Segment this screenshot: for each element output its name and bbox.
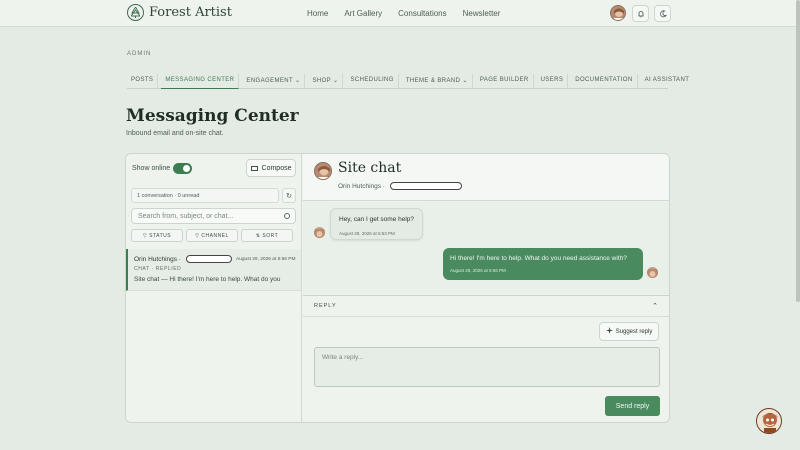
messaging-panel: Show online Compose 1 conversation · 0 u…: [125, 153, 670, 423]
tab-messaging-center[interactable]: MESSAGING CENTER: [161, 74, 240, 89]
tree-icon: [127, 4, 144, 21]
search-input[interactable]: Search from, subject, or chat...: [131, 208, 296, 224]
admin-section-label: ADMIN: [127, 51, 152, 57]
reply-section-header[interactable]: REPLY ⌃: [303, 295, 669, 317]
search-placeholder: Search from, subject, or chat...: [138, 213, 234, 220]
refresh-button[interactable]: ↻: [282, 188, 296, 203]
toggle-knob: [183, 165, 190, 172]
chat-title: Site chat: [338, 160, 402, 176]
message-text: Hi there! I'm here to help. What do you …: [450, 255, 627, 262]
conversation-list-pane: Show online Compose 1 conversation · 0 u…: [126, 154, 302, 422]
nav-consultations[interactable]: Consultations: [398, 9, 446, 18]
chevron-up-icon[interactable]: ⌃: [652, 302, 658, 310]
conversation-date: August 29, 2026 at 6:56 PM: [236, 257, 296, 262]
filter-bar: ▽ STATUS ▽ CHANNEL ⇅ SORT: [131, 229, 296, 242]
brand-logo[interactable]: Forest Artist: [127, 4, 232, 21]
tab-shop[interactable]: SHOP ⌄: [308, 74, 344, 89]
tab-theme-brand[interactable]: THEME & BRAND ⌄: [402, 74, 473, 89]
page-title: Messaging Center: [126, 106, 299, 126]
refresh-icon: ↻: [286, 192, 292, 200]
message-time: August 29, 2026 at 6:56 PM: [450, 268, 506, 273]
suggest-reply-label: Suggest reply: [615, 328, 653, 335]
user-avatar[interactable]: [610, 5, 626, 21]
suggest-reply-button[interactable]: Suggest reply: [599, 322, 659, 341]
main-nav: Home Art Gallery Consultations Newslette…: [307, 9, 516, 18]
status-filter-button[interactable]: ▽ STATUS: [131, 229, 183, 242]
agent-avatar: [647, 267, 658, 278]
conversation-count: 1 conversation · 0 unread: [131, 188, 279, 203]
tab-page-builder[interactable]: PAGE BUILDER: [476, 74, 534, 89]
compose-label: Compose: [261, 164, 292, 172]
assistant-mascot-icon[interactable]: [756, 408, 782, 434]
chat-contact: Orin Hutchings ·: [338, 183, 385, 190]
redacted-email: [390, 182, 462, 190]
incoming-message: Hey, can I get some help? August 29, 202…: [330, 208, 423, 240]
page-scrollbar[interactable]: [796, 0, 800, 302]
mail-icon: [250, 165, 258, 171]
message-text: Hey, can I get some help?: [339, 216, 415, 223]
nav-newsletter[interactable]: Newsletter: [463, 9, 501, 18]
reply-label: REPLY: [314, 303, 337, 309]
conversation-name: Orin Hutchings ·: [134, 256, 181, 263]
tab-scheduling[interactable]: SCHEDULING: [346, 74, 399, 89]
brand-name: Forest Artist: [149, 5, 232, 20]
page-subtitle: Inbound email and on-site chat.: [126, 130, 224, 137]
tab-documentation[interactable]: DOCUMENTATION: [571, 74, 638, 89]
show-online-label: Show online: [132, 165, 171, 172]
send-reply-button[interactable]: Send reply: [605, 396, 660, 416]
conversation-preview: Site chat — Hi there! I'm here to help. …: [134, 276, 281, 283]
show-online-toggle[interactable]: [173, 163, 192, 174]
conversation-tags: CHAT · REPLIED: [134, 266, 182, 272]
contact-avatar: [314, 162, 332, 180]
search-icon: [284, 213, 290, 219]
chat-header: Site chat Orin Hutchings ·: [303, 154, 669, 201]
sort-button[interactable]: ⇅ SORT: [241, 229, 293, 242]
nav-home[interactable]: Home: [307, 9, 328, 18]
sender-avatar: [314, 227, 325, 238]
redacted-email: [186, 255, 232, 263]
nav-art-gallery[interactable]: Art Gallery: [344, 9, 382, 18]
channel-filter-button[interactable]: ▽ CHANNEL: [186, 229, 238, 242]
message-thread: Hey, can I get some help? August 29, 202…: [303, 202, 669, 294]
tab-engagement[interactable]: ENGAGEMENT ⌄: [242, 74, 306, 89]
reply-textarea[interactable]: Write a reply...: [314, 347, 660, 387]
bell-icon: [637, 5, 645, 23]
message-time: August 29, 2026 at 6:53 PM: [339, 231, 395, 236]
admin-subnav: POSTS MESSAGING CENTER ENGAGEMENT ⌄ SHOP…: [127, 74, 689, 89]
chat-pane: Site chat Orin Hutchings · Hey, can I ge…: [303, 154, 669, 422]
tab-users[interactable]: USERS: [537, 74, 569, 89]
theme-toggle-button[interactable]: [654, 5, 671, 22]
notifications-button[interactable]: [632, 5, 649, 22]
sparkle-icon: [605, 327, 613, 336]
outgoing-message: Hi there! I'm here to help. What do you …: [443, 248, 643, 280]
list-item[interactable]: Orin Hutchings · August 29, 2026 at 6:56…: [126, 249, 301, 291]
moon-icon: [659, 5, 667, 23]
tab-posts[interactable]: POSTS: [127, 74, 159, 89]
top-navbar: Forest Artist Home Art Gallery Consultat…: [0, 0, 800, 27]
compose-button[interactable]: Compose: [246, 159, 296, 177]
tab-ai-assistant[interactable]: AI ASSISTANT: [641, 74, 694, 89]
